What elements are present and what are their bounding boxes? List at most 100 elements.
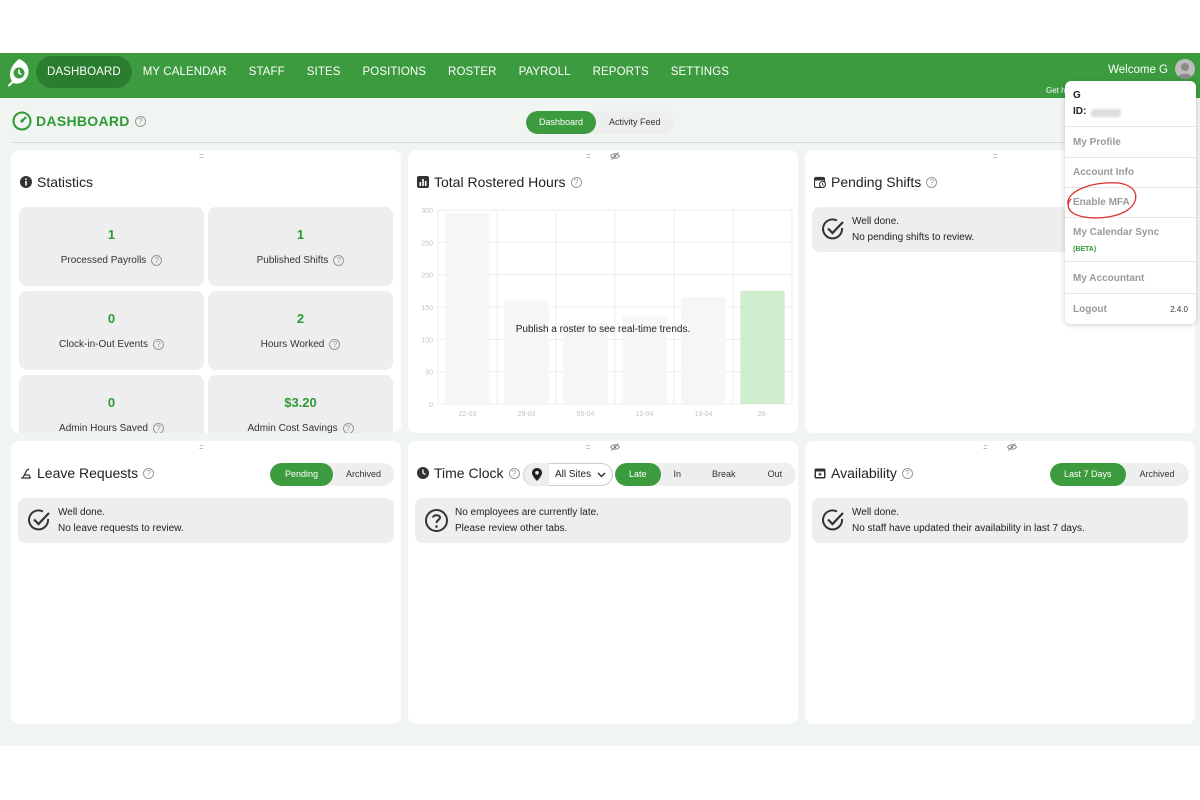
- help-icon[interactable]: ?: [152, 339, 164, 350]
- welcome-text[interactable]: Welcome G: [1108, 64, 1168, 76]
- app: DASHBOARD MY CALENDAR STAFF SITES POSITI…: [0, 53, 1200, 746]
- menu-divider: [1065, 126, 1196, 127]
- time-clock-card: :::: Time Clock ? All Sites Late In Brea…: [408, 441, 798, 724]
- message-line-1: Well done.: [852, 216, 900, 227]
- tab-in[interactable]: In: [661, 463, 695, 486]
- tab-out[interactable]: Out: [754, 463, 797, 486]
- chart-bar[interactable]: [681, 297, 726, 404]
- help-icon[interactable]: ?: [143, 467, 155, 479]
- x-tick-label: 26-: [757, 411, 768, 418]
- x-tick-label: 19-04: [695, 411, 713, 418]
- chart-bar[interactable]: [445, 213, 490, 404]
- calendar-clock-icon: [814, 176, 826, 188]
- statistics-card: :::: Statistics 1 Processed Payrolls? 1 …: [11, 150, 401, 433]
- stat-label: Hours Worked: [260, 339, 325, 351]
- sites-select[interactable]: All Sites: [523, 463, 614, 486]
- hide-eye-icon[interactable]: [609, 443, 621, 453]
- user-name: G: [1073, 90, 1081, 101]
- statistics-title: Statistics: [20, 174, 93, 190]
- stat-value: $3.20: [284, 395, 317, 410]
- help-icon[interactable]: ?: [134, 115, 146, 127]
- time-clock-tabs: Late In Break Out: [615, 463, 797, 486]
- help-icon[interactable]: ?: [901, 467, 913, 479]
- drag-handle-icon[interactable]: ::::: [199, 444, 204, 451]
- menu-item-account-info[interactable]: Account Info: [1073, 167, 1134, 178]
- tab-break[interactable]: Break: [694, 463, 754, 486]
- nav-item-sites[interactable]: SITES: [296, 56, 352, 88]
- chart-bar[interactable]: [563, 323, 608, 404]
- nav-item-roster[interactable]: ROSTER: [437, 56, 508, 88]
- menu-divider: [1065, 157, 1196, 158]
- nav-item-positions[interactable]: POSITIONS: [352, 56, 438, 88]
- beach-chair-icon: [21, 468, 31, 479]
- y-tick-label: 200: [421, 273, 433, 280]
- x-tick-label: 12-04: [636, 411, 654, 418]
- nav-item-reports[interactable]: REPORTS: [582, 56, 660, 88]
- check-circle-icon: [28, 509, 50, 531]
- tab-archived[interactable]: Archived: [1126, 463, 1189, 486]
- help-icon[interactable]: ?: [342, 423, 354, 433]
- tab-archived[interactable]: Archived: [333, 463, 394, 486]
- stat-tile: 1 Processed Payrolls?: [19, 207, 204, 286]
- drag-handle-icon[interactable]: ::::: [983, 444, 988, 451]
- stat-tile: 1 Published Shifts?: [208, 207, 393, 286]
- stat-tile: 0 Clock-in-Out Events?: [19, 291, 204, 370]
- pending-shifts-title: Pending Shifts ?: [814, 174, 938, 190]
- calendar-plus-icon: [814, 468, 826, 479]
- stat-value: 2: [296, 311, 305, 326]
- stat-value: 1: [296, 227, 305, 242]
- leave-tabs: Pending Archived: [270, 463, 395, 486]
- nav-item-my-calendar[interactable]: MY CALENDAR: [132, 56, 238, 88]
- menu-item-logout[interactable]: Logout: [1073, 304, 1107, 315]
- nav-item-staff[interactable]: STAFF: [238, 56, 296, 88]
- stat-tile: 2 Hours Worked?: [208, 291, 393, 370]
- chart-empty-message: Publish a roster to see real-time trends…: [515, 324, 691, 335]
- page-header: DASHBOARD ?: [12, 111, 146, 131]
- leave-title-text: Leave Requests: [37, 465, 139, 481]
- menu-item-calendar-sync[interactable]: My Calendar Sync: [1073, 227, 1159, 238]
- menu-item-enable-mfa[interactable]: Enable MFA: [1073, 197, 1130, 208]
- tab-last-7-days[interactable]: Last 7 Days: [1050, 463, 1126, 486]
- help-icon[interactable]: ?: [570, 176, 582, 188]
- nav-item-settings[interactable]: SETTINGS: [660, 56, 740, 88]
- y-tick-label: 150: [421, 305, 433, 312]
- help-icon[interactable]: ?: [926, 176, 938, 188]
- drag-handle-icon[interactable]: ::::: [586, 153, 591, 160]
- drag-handle-icon[interactable]: ::::: [199, 153, 204, 160]
- message-line-1: Well done.: [852, 507, 900, 518]
- menu-item-my-accountant[interactable]: My Accountant: [1073, 273, 1144, 284]
- leaf-clock-logo-icon[interactable]: [7, 58, 31, 88]
- leave-requests-card: :::: Leave Requests ? Pending Archived W…: [11, 441, 401, 724]
- tab-pending[interactable]: Pending: [270, 463, 334, 486]
- help-icon[interactable]: ?: [151, 255, 163, 266]
- hide-eye-icon[interactable]: [609, 152, 621, 162]
- get-help-link[interactable]: Get h: [1046, 86, 1066, 95]
- message-line-2: No leave requests to review.: [58, 523, 184, 534]
- chart-bar[interactable]: [740, 290, 785, 404]
- toggle-dashboard[interactable]: Dashboard: [526, 111, 597, 134]
- drag-handle-icon[interactable]: ::::: [993, 153, 998, 160]
- time-clock-title-text: Time Clock: [434, 465, 504, 481]
- hide-eye-icon[interactable]: [1006, 443, 1018, 453]
- menu-item-my-profile[interactable]: My Profile: [1073, 137, 1121, 148]
- rostered-title: Total Rostered Hours ?: [417, 174, 582, 190]
- toggle-activity-feed[interactable]: Activity Feed: [596, 111, 674, 134]
- message-line-2: No staff have updated their availability…: [852, 523, 1085, 534]
- nav-item-payroll[interactable]: PAYROLL: [508, 56, 582, 88]
- drag-handle-icon[interactable]: ::::: [586, 444, 591, 451]
- tab-late[interactable]: Late: [615, 463, 661, 486]
- help-icon[interactable]: ?: [152, 423, 164, 433]
- pending-shifts-title-text: Pending Shifts: [831, 174, 922, 190]
- help-icon[interactable]: ?: [333, 255, 345, 266]
- user-avatar-icon[interactable]: [1175, 59, 1195, 79]
- help-icon[interactable]: ?: [329, 339, 341, 350]
- availability-tabs: Last 7 Days Archived: [1050, 463, 1189, 486]
- menu-divider: [1065, 187, 1196, 188]
- menu-divider: [1065, 217, 1196, 218]
- rostered-title-text: Total Rostered Hours: [434, 174, 566, 190]
- help-icon[interactable]: ?: [508, 467, 520, 479]
- chart-bar[interactable]: [504, 300, 549, 404]
- user-dropdown-menu: G ID: My Profile Account Info Enable MFA…: [1065, 81, 1196, 324]
- stat-label: Clock-in-Out Events: [59, 339, 148, 351]
- nav-item-dashboard[interactable]: DASHBOARD: [36, 56, 132, 88]
